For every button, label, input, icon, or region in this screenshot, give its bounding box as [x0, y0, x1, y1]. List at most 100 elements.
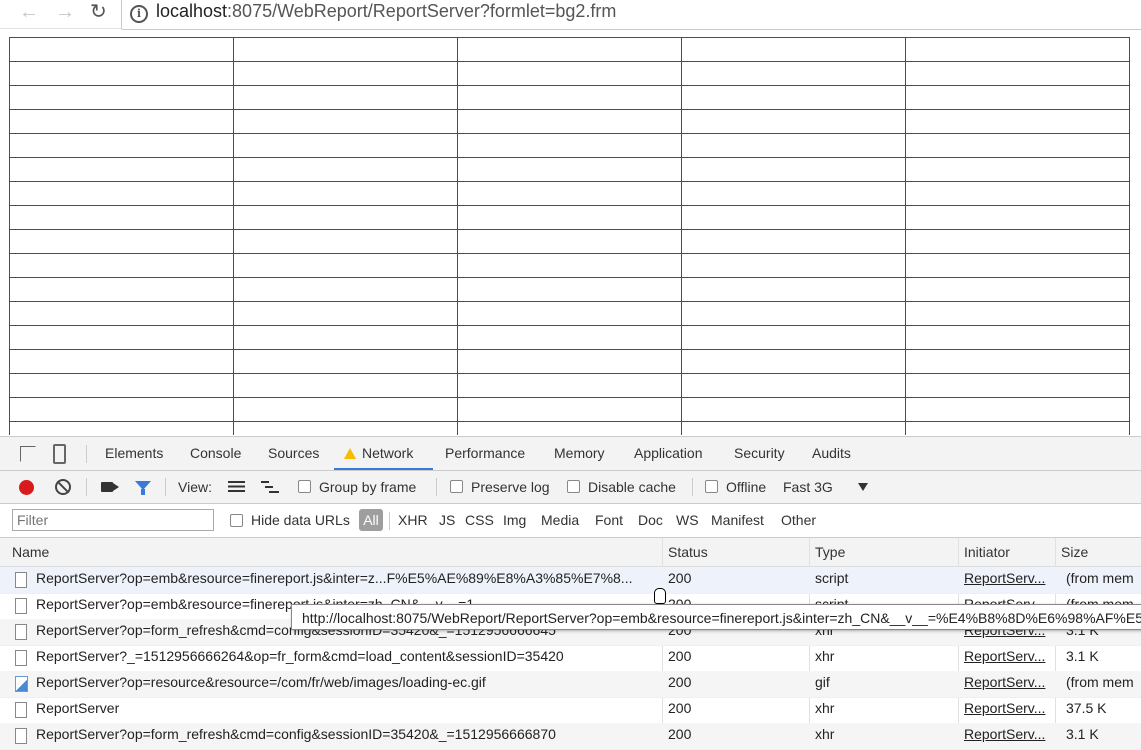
- grid-cell[interactable]: [9, 157, 234, 182]
- grid-cell[interactable]: [457, 421, 682, 435]
- grid-cell[interactable]: [9, 349, 234, 374]
- grid-cell[interactable]: [233, 85, 458, 110]
- grid-cell[interactable]: [457, 229, 682, 254]
- grid-cell[interactable]: [457, 61, 682, 86]
- grid-cell[interactable]: [9, 109, 234, 134]
- filter-type-doc[interactable]: Doc: [638, 512, 663, 528]
- request-initiator-link[interactable]: ReportServ...: [964, 674, 1052, 690]
- grid-cell[interactable]: [681, 373, 906, 398]
- grid-cell[interactable]: [681, 61, 906, 86]
- grid-cell[interactable]: [905, 253, 1130, 278]
- grid-cell[interactable]: [457, 397, 682, 422]
- request-name[interactable]: ReportServer?op=resource&resource=/com/f…: [36, 674, 658, 690]
- grid-cell[interactable]: [905, 421, 1130, 435]
- request-name[interactable]: ReportServer?op=form_refresh&cmd=config&…: [36, 726, 658, 742]
- filter-type-js[interactable]: JS: [439, 512, 455, 528]
- request-initiator-link[interactable]: ReportServ...: [964, 726, 1052, 742]
- grid-cell[interactable]: [905, 85, 1130, 110]
- request-name[interactable]: ReportServer?_=1512956666264&op=fr_form&…: [36, 648, 658, 664]
- tab-elements[interactable]: Elements: [105, 445, 163, 461]
- filter-type-ws[interactable]: WS: [676, 512, 699, 528]
- grid-cell[interactable]: [9, 133, 234, 158]
- grid-cell[interactable]: [9, 373, 234, 398]
- column-name[interactable]: Name: [12, 544, 49, 560]
- grid-cell[interactable]: [905, 349, 1130, 374]
- grid-cell[interactable]: [457, 109, 682, 134]
- filter-type-all[interactable]: All: [359, 509, 383, 531]
- request-row[interactable]: ReportServer 200 xhr ReportServ... 37.5 K: [0, 697, 1141, 724]
- grid-cell[interactable]: [457, 253, 682, 278]
- grid-cell[interactable]: [9, 61, 234, 86]
- grid-cell[interactable]: [233, 205, 458, 230]
- tab-security[interactable]: Security: [734, 445, 785, 461]
- grid-cell[interactable]: [233, 421, 458, 435]
- grid-cell[interactable]: [905, 109, 1130, 134]
- grid-cell[interactable]: [9, 37, 234, 62]
- request-name[interactable]: ReportServer?op=emb&resource=finereport.…: [36, 570, 658, 586]
- grid-cell[interactable]: [681, 253, 906, 278]
- grid-cell[interactable]: [681, 421, 906, 435]
- grid-cell[interactable]: [457, 205, 682, 230]
- grid-cell[interactable]: [9, 229, 234, 254]
- grid-cell[interactable]: [9, 85, 234, 110]
- filter-icon[interactable]: [135, 481, 151, 495]
- grid-cell[interactable]: [905, 37, 1130, 62]
- grid-cell[interactable]: [681, 181, 906, 206]
- hide-data-urls-checkbox[interactable]: [230, 514, 243, 527]
- grid-cell[interactable]: [9, 253, 234, 278]
- grid-cell[interactable]: [457, 349, 682, 374]
- grid-cell[interactable]: [457, 181, 682, 206]
- request-row[interactable]: ReportServer?op=form_refresh&cmd=config&…: [0, 723, 1141, 750]
- grid-cell[interactable]: [9, 181, 234, 206]
- grid-cell[interactable]: [457, 157, 682, 182]
- grid-cell[interactable]: [9, 325, 234, 350]
- filter-type-css[interactable]: CSS: [465, 512, 494, 528]
- request-initiator-link[interactable]: ReportServ...: [964, 700, 1052, 716]
- grid-cell[interactable]: [233, 325, 458, 350]
- grid-cell[interactable]: [233, 229, 458, 254]
- grid-cell[interactable]: [233, 277, 458, 302]
- column-size[interactable]: Size: [1061, 544, 1088, 560]
- grid-cell[interactable]: [457, 325, 682, 350]
- grid-cell[interactable]: [905, 301, 1130, 326]
- clear-icon[interactable]: [55, 479, 71, 495]
- grid-cell[interactable]: [9, 277, 234, 302]
- grid-cell[interactable]: [905, 373, 1130, 398]
- grid-cell[interactable]: [681, 109, 906, 134]
- tab-sources[interactable]: Sources: [268, 445, 319, 461]
- grid-cell[interactable]: [457, 133, 682, 158]
- filter-type-manifest[interactable]: Manifest: [711, 512, 764, 528]
- info-icon[interactable]: i: [130, 5, 148, 23]
- preserve-log-checkbox[interactable]: [450, 480, 463, 493]
- grid-cell[interactable]: [233, 181, 458, 206]
- url-text[interactable]: localhost:8075/WebReport/ReportServer?fo…: [156, 1, 616, 22]
- forward-arrow-icon[interactable]: →: [55, 0, 75, 26]
- back-arrow-icon[interactable]: ←: [19, 0, 39, 26]
- grid-cell[interactable]: [457, 373, 682, 398]
- grid-cell[interactable]: [681, 157, 906, 182]
- filter-type-img[interactable]: Img: [503, 512, 526, 528]
- screenshot-camera-icon[interactable]: [101, 482, 113, 492]
- grid-cell[interactable]: [681, 301, 906, 326]
- grid-cell[interactable]: [905, 181, 1130, 206]
- grid-cell[interactable]: [233, 133, 458, 158]
- grid-cell[interactable]: [9, 397, 234, 422]
- grid-cell[interactable]: [681, 277, 906, 302]
- grid-cell[interactable]: [905, 133, 1130, 158]
- grid-cell[interactable]: [9, 205, 234, 230]
- request-row[interactable]: ReportServer?op=resource&resource=/com/f…: [0, 671, 1141, 698]
- device-toolbar-icon[interactable]: [53, 444, 66, 464]
- throttling-select[interactable]: Fast 3G: [783, 479, 833, 495]
- grid-cell[interactable]: [905, 325, 1130, 350]
- grid-cell[interactable]: [233, 37, 458, 62]
- tab-console[interactable]: Console: [190, 445, 241, 461]
- request-initiator-link[interactable]: ReportServ...: [964, 648, 1052, 664]
- filter-type-other[interactable]: Other: [781, 512, 816, 528]
- filter-type-xhr[interactable]: XHR: [398, 512, 428, 528]
- grid-cell[interactable]: [457, 37, 682, 62]
- grid-cell[interactable]: [233, 61, 458, 86]
- grid-cell[interactable]: [681, 205, 906, 230]
- address-bar[interactable]: i localhost:8075/WebReport/ReportServer?…: [121, 0, 1141, 30]
- grid-cell[interactable]: [457, 277, 682, 302]
- grid-cell[interactable]: [905, 157, 1130, 182]
